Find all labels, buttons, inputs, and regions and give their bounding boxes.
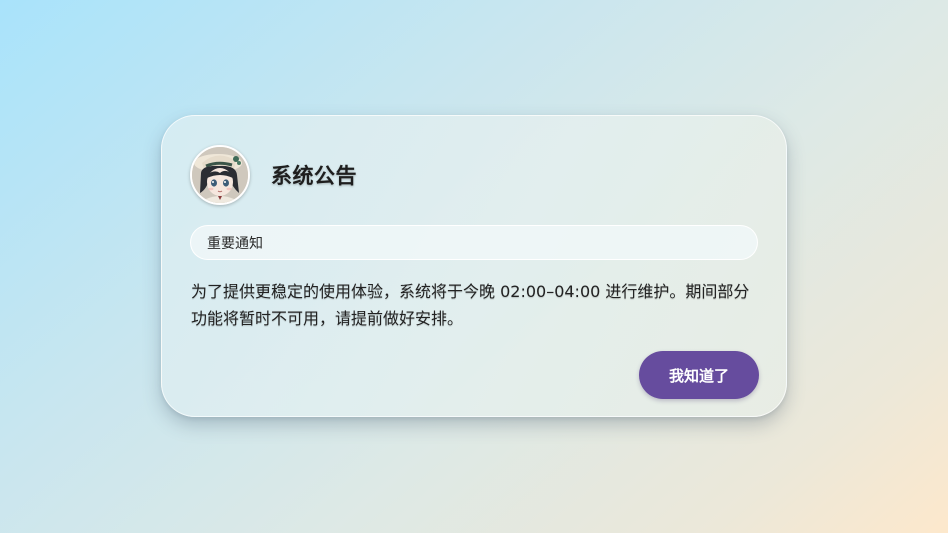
dialog-title: 系统公告 [271,164,357,188]
dialog-header: 系统公告 [190,145,357,205]
notice-badge: 重要通知 [190,225,758,260]
announcement-message: 为了提供更稳定的使用体验，系统将于今晚 02:00–04:00 进行维护。期间部… [191,282,750,328]
announcement-dialog: 系统公告 重要通知 为了提供更稳定的使用体验，系统将于今晚 02:00–04:0… [161,115,787,417]
notice-badge-label: 重要通知 [207,235,263,252]
acknowledge-button[interactable]: 我知道了 [639,351,759,399]
avatar [190,145,250,205]
anime-girl-avatar-icon [192,147,248,203]
